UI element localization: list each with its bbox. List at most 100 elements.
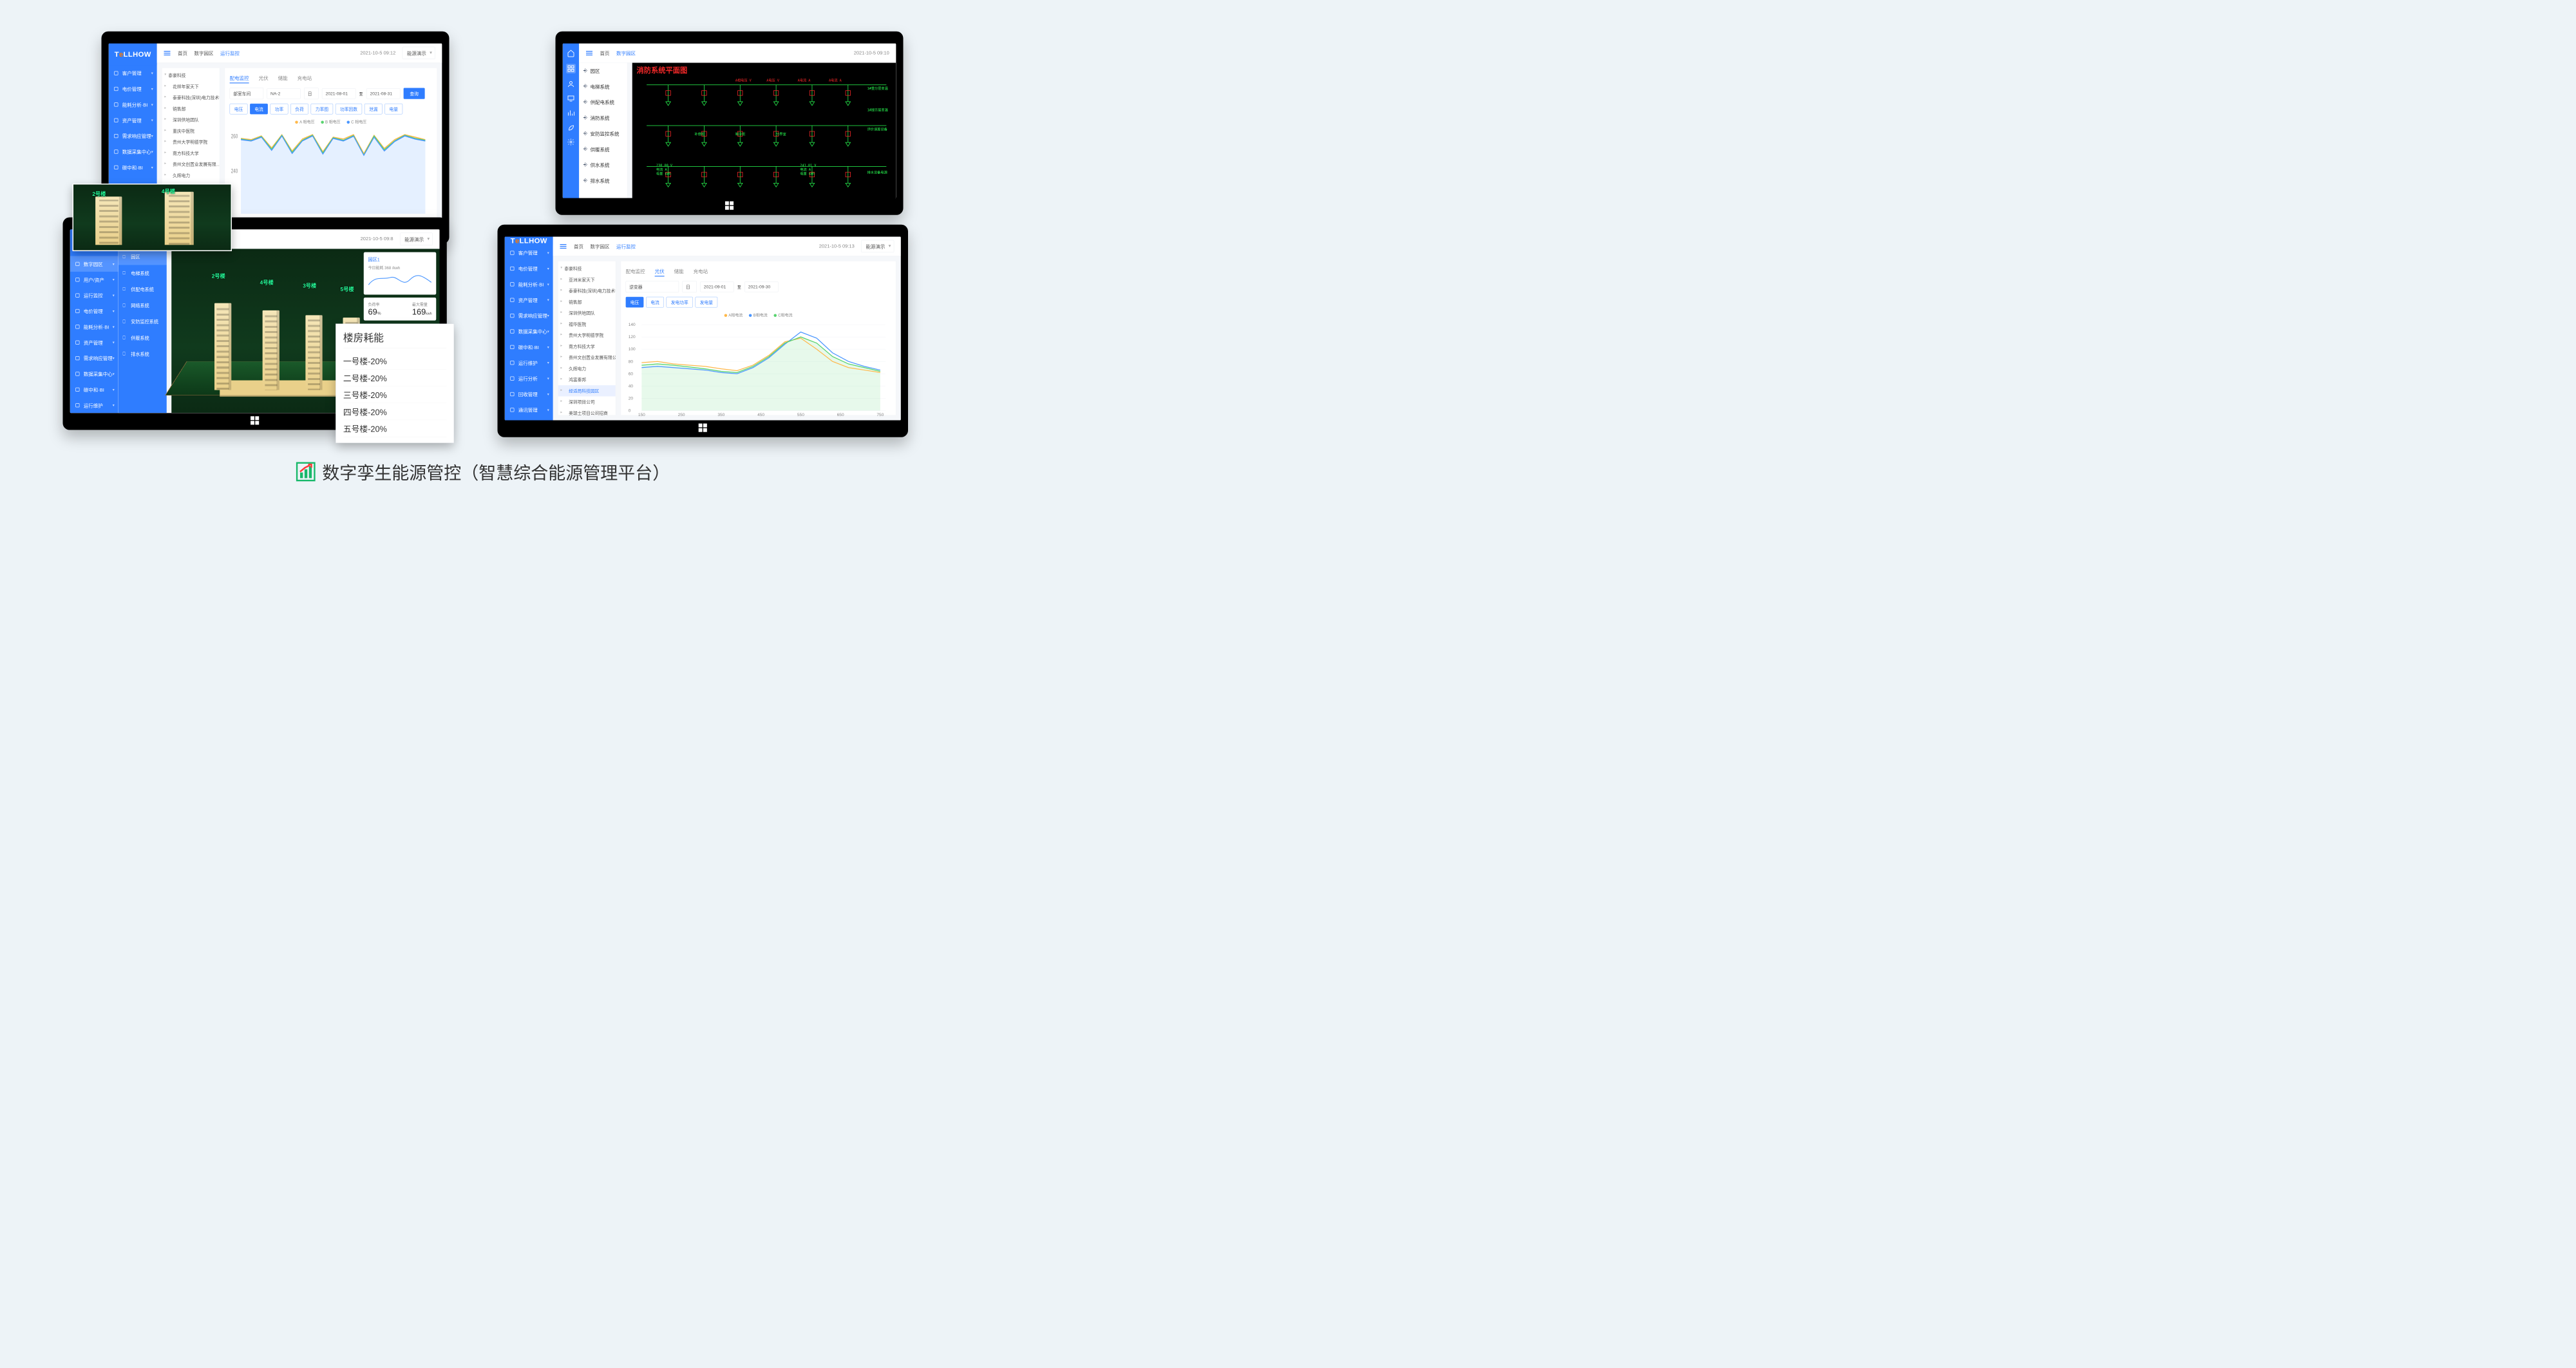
metric-chip[interactable]: 发电量 <box>696 297 718 308</box>
rail-item[interactable]: ⎕网络系统 <box>118 298 167 314</box>
sidebar-item[interactable]: 能耗分析·BI▾ <box>109 97 157 112</box>
sidebar-item[interactable]: 电价管理▾ <box>505 261 553 276</box>
rail-item[interactable]: ⎕供配电系统 <box>118 281 167 298</box>
rail-item[interactable]: ⎆排水系统 <box>579 173 627 188</box>
sidebar-item[interactable]: 能耗分析·BI▾ <box>505 276 553 292</box>
device-select[interactable]: 逆变器 <box>626 281 679 292</box>
sidebar-item[interactable]: 碳中和·BI▾ <box>109 160 157 175</box>
menu-icon[interactable] <box>560 244 567 249</box>
tree-node[interactable]: 贵州文创置业发展有限公 <box>558 352 616 363</box>
tree-node[interactable]: 销售部 <box>162 103 220 114</box>
tree-node[interactable]: 贵州文创置业发展有限… <box>162 158 220 169</box>
unit-select[interactable]: 日 <box>682 281 697 292</box>
rail-item[interactable]: ⎕电梯系统 <box>118 265 167 281</box>
metric-chip[interactable]: 电流 <box>250 104 268 115</box>
tab-storage[interactable]: 储能 <box>674 266 684 277</box>
rail-item[interactable]: ⎆园区 <box>579 63 627 79</box>
building-3[interactable] <box>305 315 322 390</box>
tree-node[interactable]: 久辉电力 <box>558 363 616 374</box>
rail-item[interactable]: ⎆安防监控系统 <box>579 126 627 141</box>
tree-node[interactable]: 鸿富秦邦 <box>558 374 616 385</box>
sidebar-item[interactable]: 资产管理▾ <box>70 334 118 350</box>
rail-item[interactable]: ⎆供配电系统 <box>579 94 627 109</box>
area-select[interactable]: NA-2 <box>267 88 301 99</box>
sidebar-item[interactable]: 运行分析▾ <box>505 370 553 386</box>
tab-storage[interactable]: 储能 <box>278 73 288 84</box>
menu-icon[interactable] <box>586 51 593 56</box>
sidebar-item[interactable]: 客户管理▾ <box>505 245 553 260</box>
tree-node[interactable]: 久辉电力 <box>162 170 220 181</box>
rail-item[interactable]: ⎆消防系统 <box>579 110 627 126</box>
tree-node[interactable]: 福华医院 <box>558 319 616 330</box>
tree-node[interactable]: 亚洲米家天下 <box>558 274 616 285</box>
date-to[interactable]: 2021-08-31 <box>366 88 401 99</box>
rail-item[interactable]: ⎆供暖系统 <box>579 141 627 157</box>
sidebar-item[interactable]: 碳中和·BI▾ <box>70 382 118 397</box>
tree-node[interactable]: 贵州大学明德学院 <box>558 330 616 341</box>
windows-button[interactable] <box>724 200 735 211</box>
tab-power[interactable]: 配电监控 <box>230 73 249 84</box>
leaf-icon[interactable] <box>567 124 575 131</box>
rail-item[interactable]: ⎕园区 <box>118 249 167 265</box>
sidebar-item[interactable]: 运行维护▾ <box>505 355 553 370</box>
tree-node[interactable]: 深圳项目公司 <box>558 396 616 407</box>
tree-node[interactable]: 花样年家天下 <box>162 81 220 92</box>
rail-item[interactable]: ⎆供水系统 <box>579 157 627 173</box>
sidebar-item[interactable]: 碳中和·BI▾ <box>505 339 553 355</box>
date-to[interactable]: 2021-09-30 <box>744 281 779 292</box>
metric-chip[interactable]: 负荷 <box>290 104 308 115</box>
tab-pv[interactable]: 光伏 <box>259 73 269 84</box>
metric-chip[interactable]: 电量 <box>384 104 402 115</box>
metric-chip[interactable]: 功率因数 <box>336 104 362 115</box>
tab-charging[interactable]: 充电站 <box>694 266 708 277</box>
chart-icon[interactable] <box>567 109 575 117</box>
metric-chip[interactable]: 力率图 <box>311 104 334 115</box>
grid-icon[interactable] <box>566 64 576 73</box>
sidebar-item[interactable]: 需求响应管理▾ <box>109 128 157 144</box>
home-icon[interactable] <box>567 50 575 57</box>
tree-root[interactable]: 泰豪科技 <box>558 263 616 274</box>
tree-node[interactable]: 美瑞士项目公司招商 <box>558 408 616 415</box>
building-4[interactable] <box>263 310 279 390</box>
tree-node[interactable]: 南方科技大学 <box>558 341 616 352</box>
sidebar-item[interactable]: 回收管理▾ <box>505 386 553 402</box>
tree-node[interactable]: 泰豪科技(深圳)电力技术有 <box>558 285 616 296</box>
metric-chip[interactable]: 发电功率 <box>667 297 693 308</box>
gear-icon[interactable] <box>567 138 575 146</box>
tree-node[interactable]: 重庆中医院 <box>162 126 220 137</box>
sidebar-item[interactable]: 数据采集中心▾ <box>70 366 118 381</box>
sidebar-item[interactable]: 通讯管理▾ <box>505 402 553 417</box>
date-from[interactable]: 2021-09-01 <box>700 281 734 292</box>
windows-button[interactable] <box>697 423 708 433</box>
rail-item[interactable]: ⎆电梯系统 <box>579 79 627 94</box>
tree-root[interactable]: 泰豪科技 <box>162 70 220 81</box>
rail-item[interactable]: ⎕供暖系统 <box>118 330 167 346</box>
sidebar-item[interactable]: 数字园区▾ <box>70 256 118 272</box>
menu-icon[interactable] <box>164 51 171 56</box>
org-tree[interactable]: 泰豪科技 亚洲米家天下泰豪科技(深圳)电力技术有销售部深圳供地团队福华医院贵州大… <box>558 261 616 415</box>
tree-node[interactable]: 贵州大学明德学院 <box>162 137 220 147</box>
sidebar-item[interactable]: 数据采集中心▾ <box>505 323 553 339</box>
sidebar-item[interactable]: 运行监控▾ <box>70 287 118 303</box>
sidebar-item[interactable]: 用户/资产▾ <box>70 272 118 287</box>
mode-selector[interactable]: 能源演示 <box>400 233 433 245</box>
sidebar-item[interactable]: 资产管理▾ <box>109 112 157 128</box>
sidebar-item[interactable]: 电价管理▾ <box>109 81 157 97</box>
metric-chip[interactable]: 泄漏 <box>365 104 383 115</box>
tree-node[interactable]: 深圳供地团队 <box>162 114 220 125</box>
tree-node[interactable]: 南方科技大学 <box>162 147 220 158</box>
sidebar-item[interactable]: 需求响应管理▾ <box>70 350 118 366</box>
tree-node[interactable]: 销售部 <box>558 296 616 307</box>
tab-pv[interactable]: 光伏 <box>655 266 665 277</box>
circuit-diagram[interactable]: 消防系统平面图 230.00 V 电流 A 电量 kWh <box>632 63 896 198</box>
metric-chip[interactable]: 电流 <box>646 297 664 308</box>
tab-power[interactable]: 配电监控 <box>626 266 645 277</box>
sidebar-item[interactable]: 碳中和▾ <box>505 417 553 420</box>
building-2[interactable] <box>214 303 231 390</box>
sidebar-item[interactable]: 能耗分析·BI▾ <box>70 319 118 334</box>
tree-node[interactable]: 经适局科技园区 <box>558 385 616 396</box>
metric-chip[interactable]: 功率 <box>270 104 289 115</box>
mode-selector[interactable]: 能源演示 <box>861 240 894 252</box>
rail-item[interactable]: ⎕排水系统 <box>118 346 167 362</box>
search-button[interactable]: 查询 <box>404 88 425 99</box>
